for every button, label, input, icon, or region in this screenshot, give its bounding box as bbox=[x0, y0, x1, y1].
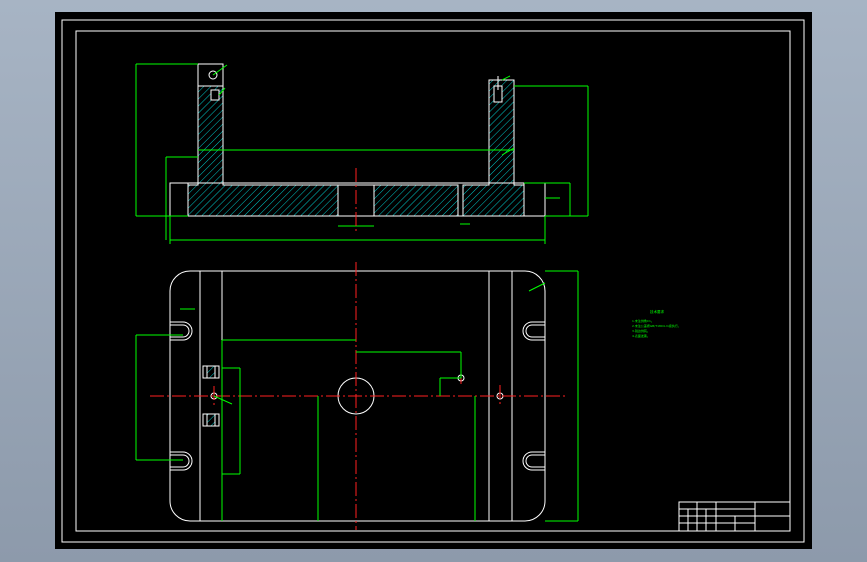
tech-note-3: 3.锐边倒钝。 bbox=[632, 328, 650, 333]
tech-note-4: 4.表面发黑。 bbox=[632, 333, 650, 338]
centerlines bbox=[150, 168, 565, 530]
outer-border bbox=[61, 19, 805, 543]
section-hatch-mid bbox=[373, 184, 459, 217]
tech-notes-title: 技术要求 bbox=[650, 309, 664, 314]
section-hatch-left bbox=[187, 63, 339, 217]
inner-border bbox=[75, 30, 791, 532]
cad-drawing-canvas: 技术要求 1.未注倒角C1。 2.未注公差按GB/T1804-m级执行。 3.锐… bbox=[61, 19, 805, 543]
tech-note-1: 1.未注倒角C1。 bbox=[632, 318, 654, 323]
tech-note-2: 2.未注公差按GB/T1804-m级执行。 bbox=[632, 323, 681, 328]
plan-view bbox=[135, 168, 579, 530]
technical-notes: 技术要求 1.未注倒角C1。 2.未注公差按GB/T1804-m级执行。 3.锐… bbox=[632, 309, 681, 338]
section-view bbox=[135, 63, 589, 244]
cad-drawing-viewport[interactable]: 技术要求 1.未注倒角C1。 2.未注公差按GB/T1804-m级执行。 3.锐… bbox=[55, 12, 812, 549]
title-block bbox=[678, 501, 791, 532]
